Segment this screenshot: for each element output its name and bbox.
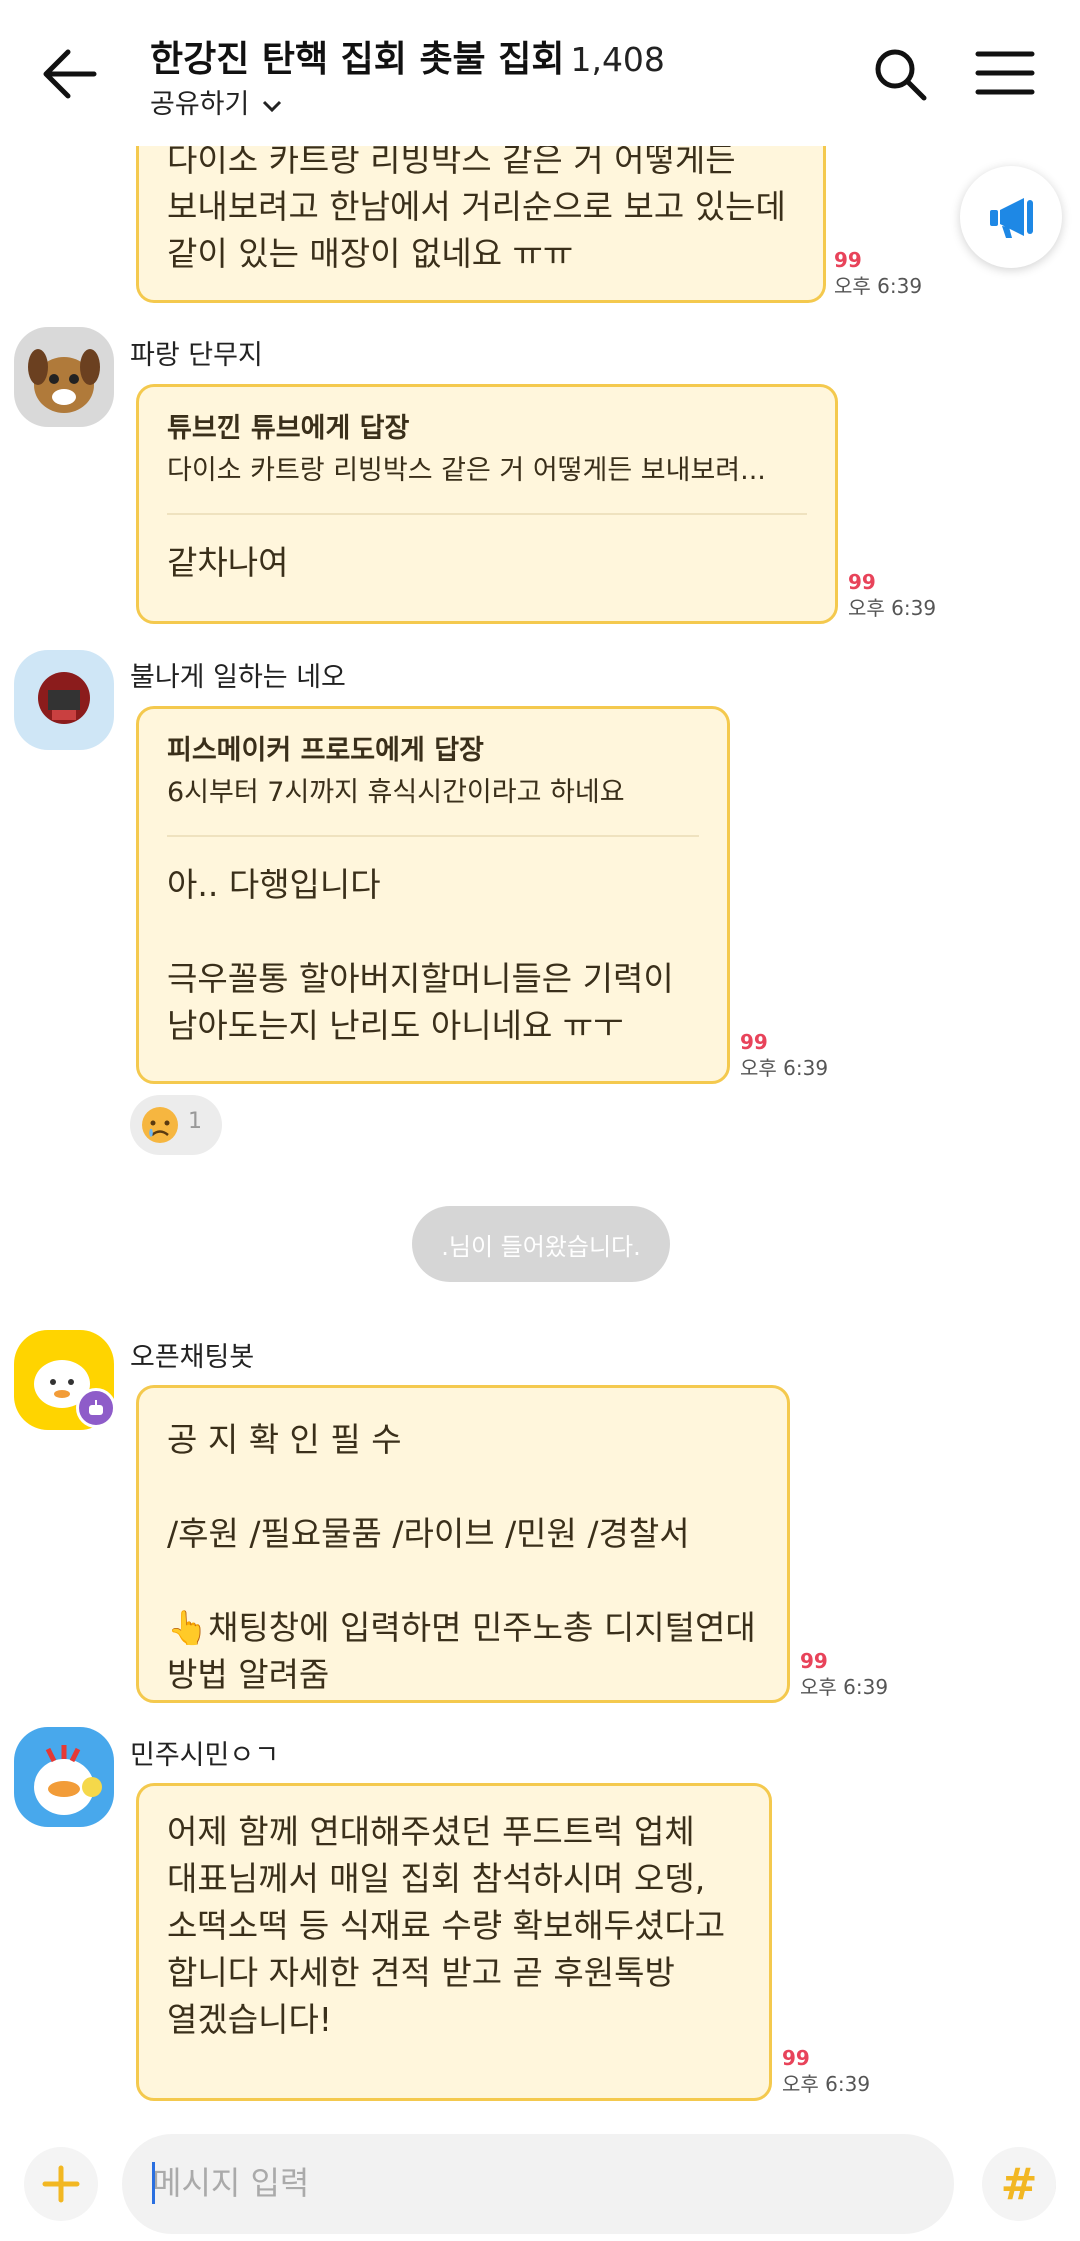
unread-count: 99	[848, 570, 876, 594]
message-bubble[interactable]: 튜브낀 튜브에게 답장 다이소 카트랑 리빙박스 같은 거 어떻게든 보내보려.…	[136, 384, 838, 624]
message-meta: 99 오후 6:39	[834, 247, 922, 299]
reply-divider	[167, 513, 807, 515]
message-input-wrapper[interactable]	[122, 2134, 1056, 2234]
avatar-bot[interactable]	[14, 1330, 116, 1430]
reply-quote[interactable]: 다이소 카트랑 리빙박스 같은 거 어떻게든 보내보려...	[167, 449, 807, 493]
hashtag-icon: #	[1000, 2158, 1038, 2210]
reply-quote[interactable]: 6시부터 7시까지 휴식시간이라고 하네요	[167, 771, 699, 815]
avatar-duck[interactable]	[14, 1727, 114, 1827]
menu-button[interactable]	[974, 48, 1036, 98]
message-meta: 99 오후 6:39	[740, 1029, 828, 1081]
message-input[interactable]	[152, 2160, 852, 2206]
chevron-down-icon	[262, 100, 282, 112]
search-icon	[875, 49, 927, 101]
message-text: 같차나여	[167, 543, 289, 582]
hamburger-menu-icon	[975, 51, 1035, 95]
message-bubble[interactable]: 공 지 확 인 필 수 /후원 /필요물품 /라이브 /민원 /경찰서 👆채팅창…	[136, 1385, 790, 1703]
chat-title-row[interactable]: 한강진 탄핵 집회 촛불 집회 1,408	[150, 30, 665, 82]
message-text: 공 지 확 인 필 수 /후원 /필요물품 /라이브 /민원 /경찰서 👆채팅창…	[167, 1420, 756, 1694]
message-time: 오후 6:39	[740, 1056, 829, 1080]
message-time: 오후 6:39	[800, 1675, 889, 1699]
avatar-dog[interactable]	[14, 327, 114, 427]
plus-icon	[42, 2165, 80, 2203]
reply-header: 피스메이커 프로도에게 답장	[167, 735, 484, 766]
unread-count: 99	[782, 2046, 810, 2070]
message-text: 다이소 카트랑 리빙박스 같은 거 어떻게든 보내보려고 한남에서 거리순으로 …	[167, 140, 786, 273]
message-time: 오후 6:39	[848, 596, 937, 620]
unread-count: 99	[800, 1649, 828, 1673]
notice-button[interactable]	[960, 166, 1062, 268]
unread-count: 99	[834, 248, 862, 272]
attach-button[interactable]	[24, 2147, 98, 2221]
chat-area: 다이소 카트랑 리빙박스 같은 거 어떻게든 보내보려고 한남에서 거리순으로 …	[0, 0, 1080, 2241]
megaphone-icon	[990, 198, 1033, 238]
message-text: 어제 함께 연대해주셨던 푸드트럭 업체 대표님께서 매일 집회 참석하시며 오…	[167, 1812, 726, 2039]
sad-face-icon	[142, 1107, 178, 1143]
message-meta: 99 오후 6:39	[782, 2045, 870, 2097]
message-text: 아.. 다행입니다 극우꼴통 할아버지할머니들은 기력이 남아도는지 난리도 아…	[167, 865, 674, 1045]
message-time: 오후 6:39	[834, 274, 923, 298]
message-meta: 99 오후 6:39	[848, 569, 936, 621]
message-time: 오후 6:39	[782, 2072, 871, 2096]
sender-name: 파랑 단무지	[130, 340, 263, 371]
sender-name: 불나게 일하는 네오	[130, 662, 346, 693]
message-meta: 99 오후 6:39	[800, 1648, 888, 1700]
reaction-count: 1	[188, 1109, 202, 1134]
bot-badge-icon	[76, 1388, 116, 1428]
avatar-neo[interactable]	[14, 650, 114, 750]
member-count: 1,408	[570, 40, 665, 79]
system-notice: .님이 들어왔습니다.	[412, 1206, 670, 1282]
unread-count: 99	[740, 1030, 768, 1054]
sender-name: 오픈채팅봇	[130, 1342, 255, 1373]
reaction-chip[interactable]: 1	[130, 1095, 222, 1155]
reply-header: 튜브낀 튜브에게 답장	[167, 413, 410, 444]
message-bubble[interactable]: 어제 함께 연대해주셨던 푸드트럭 업체 대표님께서 매일 집회 참석하시며 오…	[136, 1783, 772, 2101]
back-button[interactable]	[40, 44, 110, 104]
chat-header: 한강진 탄핵 집회 촛불 집회 1,408 공유하기	[0, 0, 1080, 146]
hashtag-button[interactable]: #	[982, 2147, 1056, 2221]
share-label: 공유하기	[150, 89, 250, 120]
back-arrow-icon	[43, 49, 97, 99]
message-bubble[interactable]: 피스메이커 프로도에게 답장 6시부터 7시까지 휴식시간이라고 하네요 아..…	[136, 706, 730, 1084]
share-button[interactable]: 공유하기	[150, 82, 284, 121]
text-caret	[152, 2162, 155, 2204]
message-bubble[interactable]: 다이소 카트랑 리빙박스 같은 거 어떻게든 보내보려고 한남에서 거리순으로 …	[136, 120, 826, 303]
search-button[interactable]	[870, 44, 930, 104]
chat-title: 한강진 탄핵 집회 촛불 집회	[150, 39, 565, 80]
sender-name: 민주시민ㅇㄱ	[130, 1740, 280, 1771]
message-input-bar: #	[0, 2126, 1080, 2241]
reply-divider	[167, 835, 699, 837]
